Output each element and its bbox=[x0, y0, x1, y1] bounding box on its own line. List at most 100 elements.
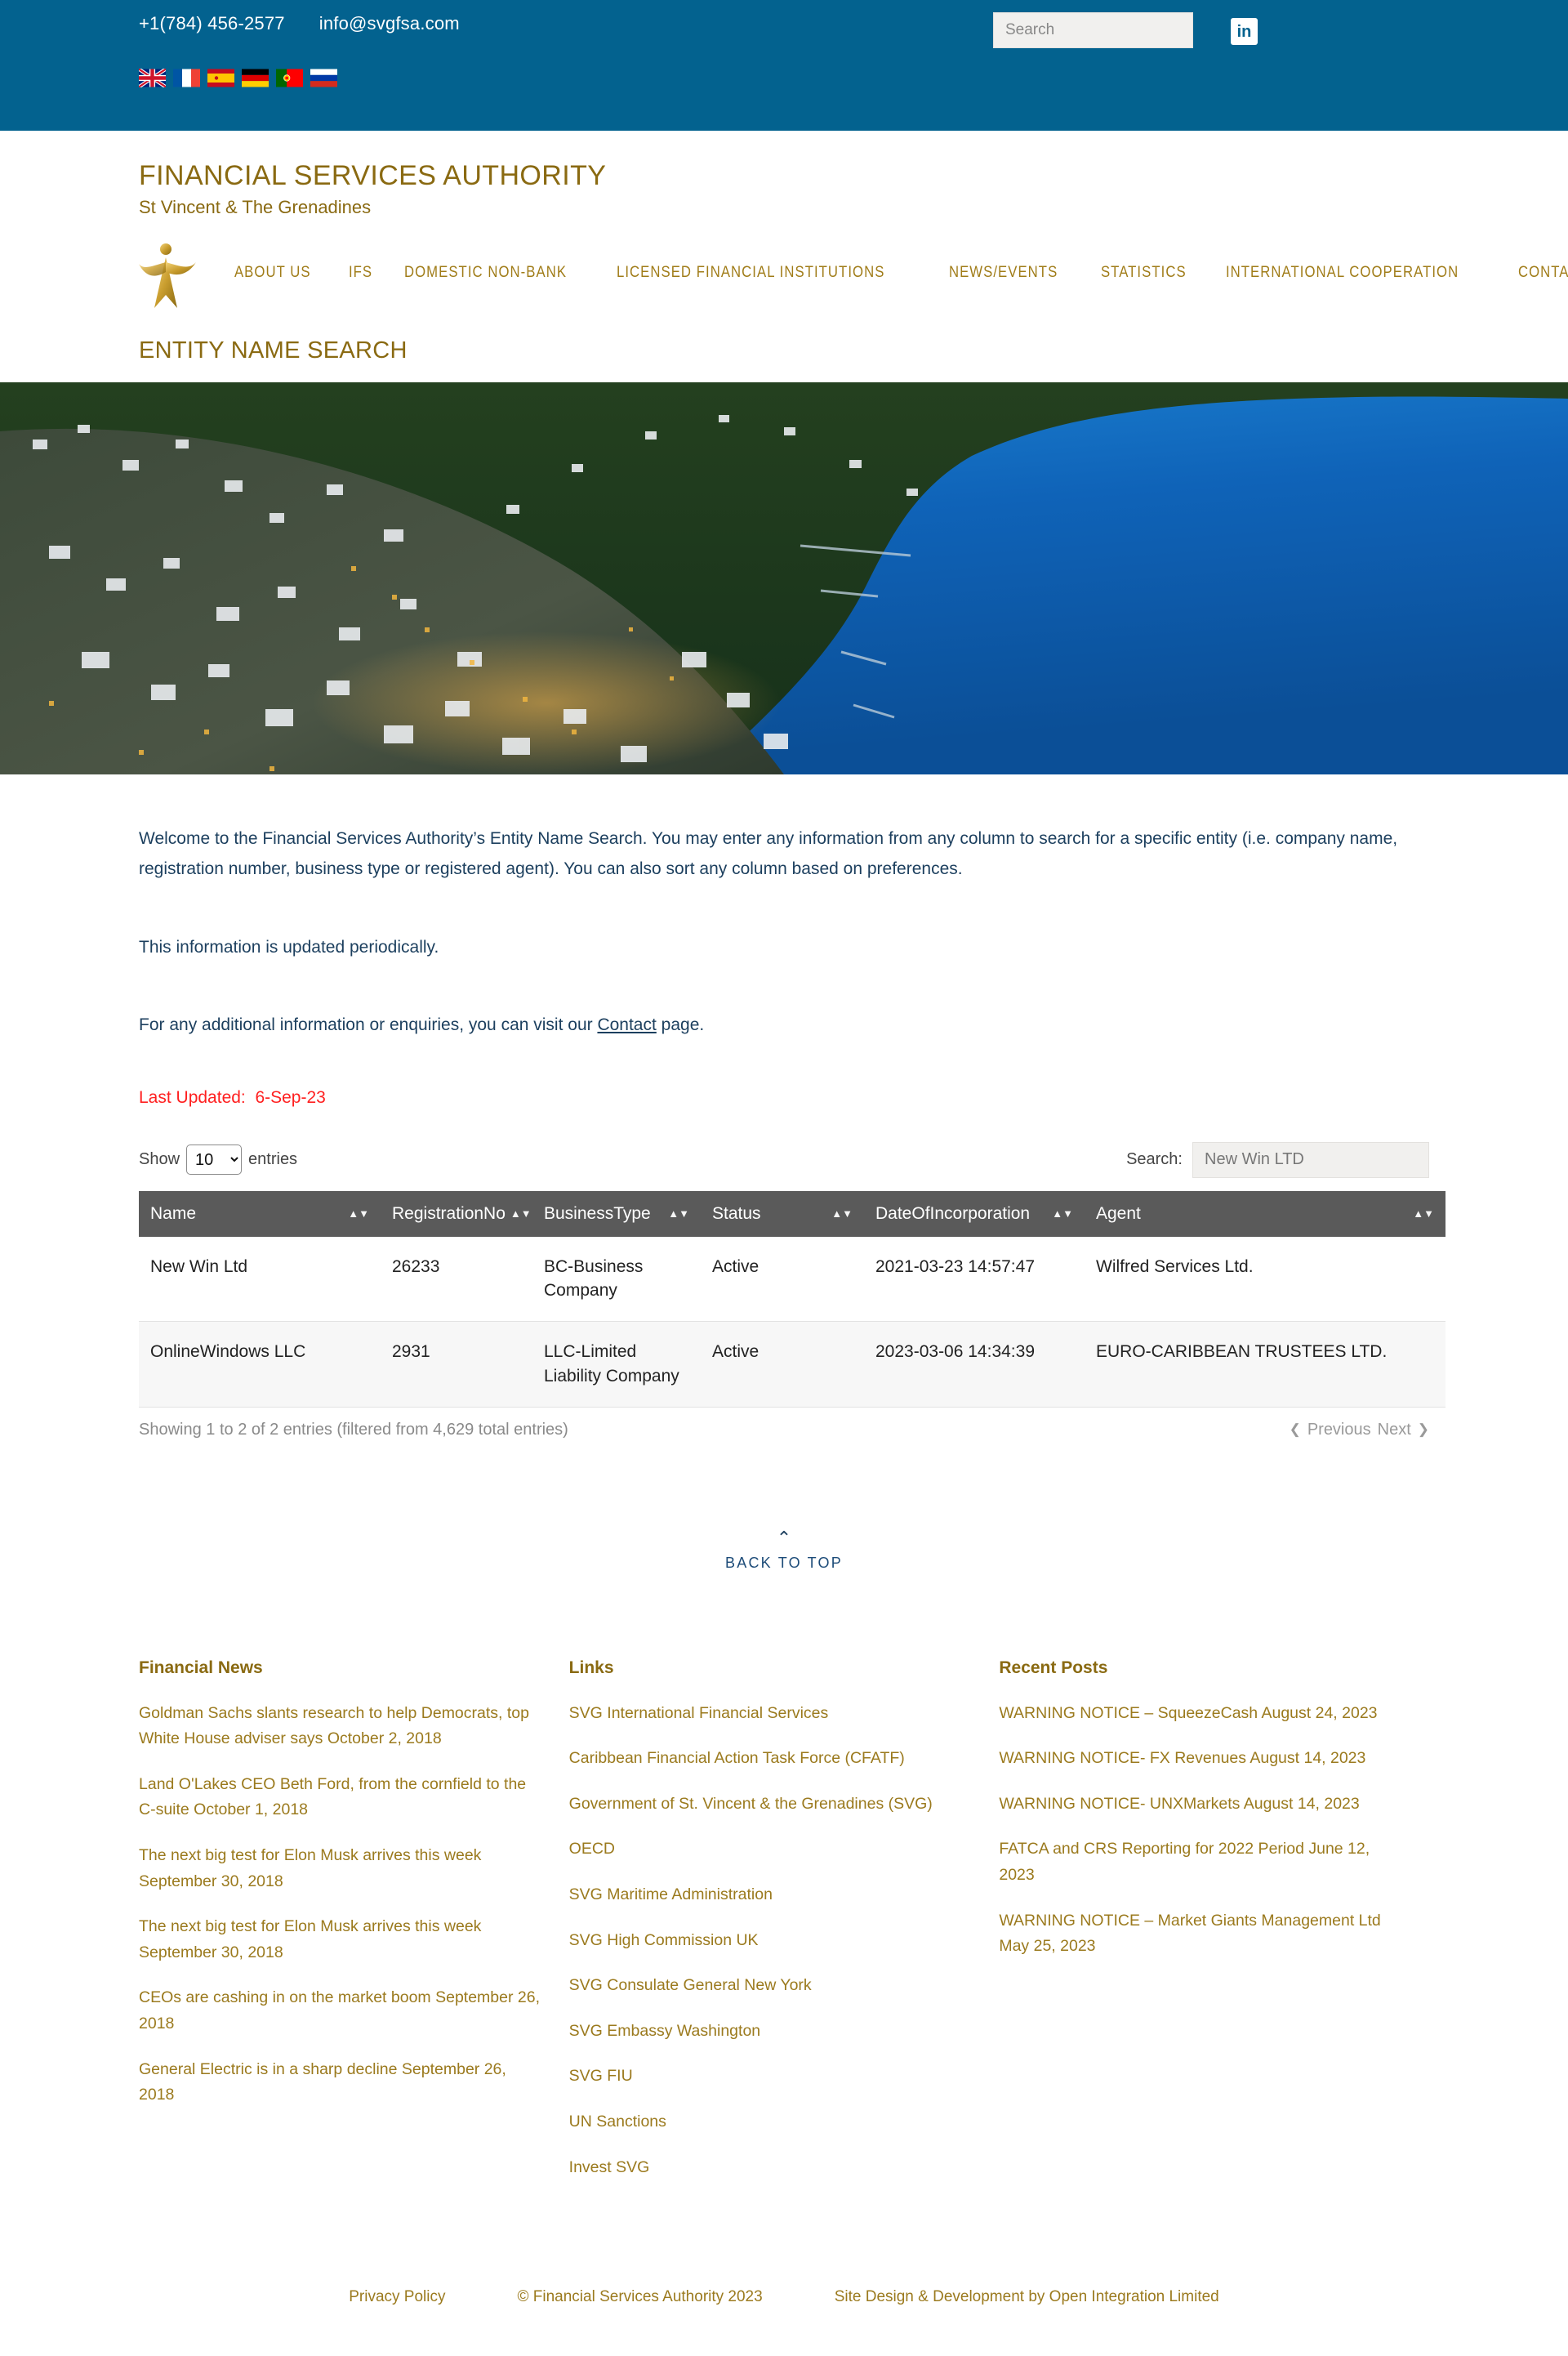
footer-news-item[interactable]: General Electric is in a sharp decline S… bbox=[139, 2057, 541, 2108]
column-header-status[interactable]: Status ▲▼ bbox=[701, 1190, 864, 1237]
last-updated: Last Updated: 6-Sep-23 bbox=[139, 1088, 1437, 1108]
sort-arrows-icon: ▲▼ bbox=[1413, 1207, 1434, 1220]
cell-agent: EURO-CARIBBEAN TRUSTEES LTD. bbox=[1085, 1321, 1446, 1408]
site-search bbox=[993, 12, 1193, 48]
spanish-flag-icon[interactable] bbox=[207, 69, 234, 87]
top-utility-bar: +1(784) 456-2577 info@svgfsa.com Search … bbox=[0, 0, 1568, 131]
column-header-name[interactable]: Name ▲▼ bbox=[139, 1190, 381, 1237]
entity-results-table: Name ▲▼ RegistrationNo ▲▼ BusinessType ▲… bbox=[139, 1190, 1446, 1408]
footer-link-item[interactable]: UN Sanctions bbox=[569, 2109, 971, 2135]
nav-item-international-cooperation[interactable]: INTERNATIONAL COOPERATION bbox=[1214, 264, 1471, 282]
cell-agent: Wilfred Services Ltd. bbox=[1085, 1236, 1446, 1323]
page-title: ENTITY NAME SEARCH bbox=[139, 337, 408, 364]
footer-post-item[interactable]: WARNING NOTICE- UNXMarkets August 14, 20… bbox=[999, 1792, 1401, 1818]
nav-item-news-events[interactable]: NEWS/EVENTS bbox=[937, 264, 1070, 282]
footer-widgets: Financial News Goldman Sachs slants rese… bbox=[131, 1658, 1437, 2200]
main-navigation: ABOUT US IFS DOMESTIC NON-BANK LICENSED … bbox=[222, 264, 1568, 282]
contact-page-link[interactable]: Contact bbox=[597, 1015, 656, 1034]
table-row[interactable]: OnlineWindows LLC 2931 LLC-Limited Liabi… bbox=[139, 1321, 1446, 1408]
linkedin-icon[interactable]: in bbox=[1231, 18, 1258, 45]
cell-status: Active bbox=[701, 1321, 864, 1408]
table-search-input[interactable] bbox=[1192, 1141, 1429, 1178]
nav-item-domestic-non-bank[interactable]: DOMESTIC NON-BANK bbox=[392, 264, 579, 282]
nav-item-about-us[interactable]: ABOUT US bbox=[222, 264, 323, 282]
footer-column-links: Links SVG International Financial Servic… bbox=[569, 1658, 1000, 2200]
cell-registrationno: 2931 bbox=[381, 1321, 532, 1408]
column-header-registrationno[interactable]: RegistrationNo ▲▼ bbox=[381, 1190, 532, 1237]
email-link[interactable]: info@svgfsa.com bbox=[319, 13, 460, 33]
page-length-select[interactable]: 102550100 bbox=[186, 1145, 243, 1175]
table-search-control: Search: bbox=[1126, 1141, 1429, 1178]
cell-name: OnlineWindows LLC bbox=[139, 1321, 381, 1408]
sort-arrows-icon: ▲▼ bbox=[831, 1207, 853, 1220]
footer-news-item[interactable]: The next big test for Elon Musk arrives … bbox=[139, 1914, 541, 1966]
datatable-controls: Show 102550100 entries Search: bbox=[139, 1141, 1429, 1178]
footer-link-item[interactable]: SVG Embassy Washington bbox=[569, 2019, 971, 2045]
footer-post-item[interactable]: WARNING NOTICE – Market Giants Managemen… bbox=[999, 1908, 1401, 1960]
column-label-businesstype: BusinessType bbox=[544, 1203, 651, 1223]
phone-link[interactable]: +1(784) 456-2577 bbox=[139, 13, 285, 33]
french-flag-icon[interactable] bbox=[173, 69, 200, 87]
entries-label: entries bbox=[248, 1150, 298, 1168]
pagination-next[interactable]: Next bbox=[1378, 1421, 1411, 1439]
sort-arrows-icon: ▲▼ bbox=[348, 1207, 369, 1220]
datatable-footer: Showing 1 to 2 of 2 entries (filtered fr… bbox=[139, 1421, 1429, 1439]
nav-item-licensed-financial-institutions[interactable]: LICENSED FINANCIAL INSTITUTIONS bbox=[604, 264, 897, 282]
main-content: Welcome to the Financial Services Author… bbox=[131, 774, 1446, 2200]
back-to-top-label: BACK TO TOP bbox=[725, 1554, 843, 1571]
sort-arrows-icon: ▲▼ bbox=[510, 1207, 532, 1220]
footer-link-item[interactable]: SVG FIU bbox=[569, 2064, 971, 2090]
privacy-policy-link[interactable]: Privacy Policy bbox=[349, 2288, 445, 2306]
site-search-input[interactable] bbox=[993, 12, 1193, 48]
column-label-dateofincorporation: DateOfIncorporation bbox=[875, 1203, 1031, 1223]
site-header: FINANCIAL SERVICES AUTHORITY St Vincent … bbox=[0, 131, 1568, 364]
footer-post-item[interactable]: FATCA and CRS Reporting for 2022 Period … bbox=[999, 1836, 1401, 1888]
sort-arrows-icon: ▲▼ bbox=[1052, 1207, 1073, 1220]
intro-paragraph-3: For any additional information or enquir… bbox=[139, 1010, 1429, 1040]
russian-flag-icon[interactable] bbox=[310, 69, 337, 87]
column-header-agent[interactable]: Agent ▲▼ bbox=[1085, 1190, 1446, 1237]
footer-link-item[interactable]: Invest SVG bbox=[569, 2155, 971, 2181]
fsa-logo-icon[interactable] bbox=[139, 238, 203, 308]
chevron-up-icon: ⌃ bbox=[776, 1527, 792, 1548]
footer-link-item[interactable]: SVG Consulate General New York bbox=[569, 1973, 971, 1999]
chevron-left-icon: ❮ bbox=[1289, 1421, 1301, 1438]
footer-news-item[interactable]: CEOs are cashing in on the market boom S… bbox=[139, 1985, 541, 2037]
cell-registrationno: 26233 bbox=[381, 1236, 532, 1323]
table-row[interactable]: New Win Ltd 26233 BC-Business Company Ac… bbox=[139, 1236, 1446, 1323]
back-to-top-link[interactable]: ⌃ BACK TO TOP bbox=[131, 1527, 1437, 1572]
nav-item-statistics[interactable]: STATISTICS bbox=[1089, 264, 1199, 282]
german-flag-icon[interactable] bbox=[242, 69, 269, 87]
pagination-previous[interactable]: Previous bbox=[1307, 1421, 1371, 1439]
nav-item-ifs[interactable]: IFS bbox=[336, 264, 385, 282]
english-flag-icon[interactable] bbox=[139, 69, 166, 87]
footer-bar: Privacy Policy © Financial Services Auth… bbox=[0, 2265, 1568, 2339]
cell-businesstype: LLC-Limited Liability Company bbox=[532, 1321, 701, 1408]
footer-news-item[interactable]: Goldman Sachs slants research to help De… bbox=[139, 1701, 541, 1752]
footer-link-item[interactable]: SVG Maritime Administration bbox=[569, 1882, 971, 1908]
column-label-registrationno: RegistrationNo bbox=[392, 1203, 506, 1223]
footer-news-item[interactable]: Land O'Lakes CEO Beth Ford, from the cor… bbox=[139, 1772, 541, 1823]
footer-post-item[interactable]: WARNING NOTICE – SqueezeCash August 24, … bbox=[999, 1701, 1401, 1727]
column-header-dateofincorporation[interactable]: DateOfIncorporation ▲▼ bbox=[864, 1190, 1085, 1237]
nav-item-contact-us[interactable]: CONTACT US bbox=[1506, 264, 1568, 282]
social-links: in bbox=[1231, 18, 1258, 45]
table-header-row: Name ▲▼ RegistrationNo ▲▼ BusinessType ▲… bbox=[139, 1190, 1446, 1237]
cell-businesstype: BC-Business Company bbox=[532, 1236, 701, 1323]
chevron-right-icon: ❯ bbox=[1417, 1421, 1429, 1438]
column-header-businesstype[interactable]: BusinessType ▲▼ bbox=[532, 1190, 701, 1237]
footer-link-item[interactable]: Caribbean Financial Action Task Force (C… bbox=[569, 1746, 971, 1772]
footer-post-item[interactable]: WARNING NOTICE- FX Revenues August 14, 2… bbox=[999, 1746, 1401, 1772]
footer-link-item[interactable]: OECD bbox=[569, 1836, 971, 1863]
portuguese-flag-icon[interactable] bbox=[276, 69, 303, 87]
footer-news-item[interactable]: The next big test for Elon Musk arrives … bbox=[139, 1843, 541, 1894]
site-credit-link[interactable]: Site Design & Development by Open Integr… bbox=[835, 2288, 1219, 2306]
contact-text-before: For any additional information or enquir… bbox=[139, 1015, 598, 1035]
footer-link-item[interactable]: SVG High Commission UK bbox=[569, 1928, 971, 1954]
footer-link-item[interactable]: Government of St. Vincent & the Grenadin… bbox=[569, 1792, 971, 1818]
intro-paragraph-1: Welcome to the Financial Services Author… bbox=[139, 829, 1398, 879]
footer-link-item[interactable]: SVG International Financial Services bbox=[569, 1701, 971, 1727]
contact-info: +1(784) 456-2577 info@svgfsa.com bbox=[139, 13, 460, 34]
last-updated-label: Last Updated: bbox=[139, 1087, 246, 1107]
brand-title: FINANCIAL SERVICES AUTHORITY bbox=[139, 160, 607, 191]
